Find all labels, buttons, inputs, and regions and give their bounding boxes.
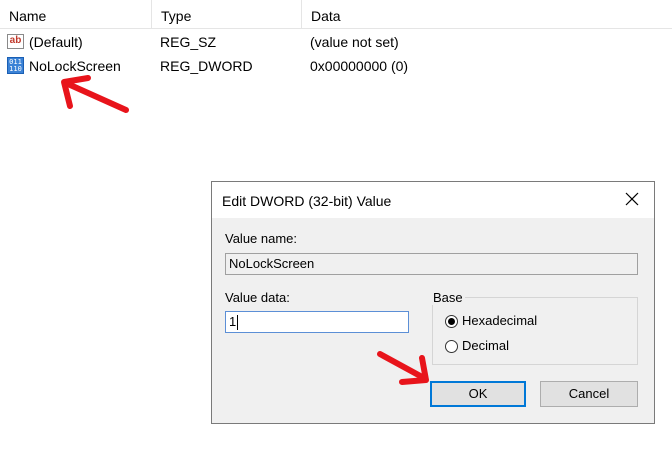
- value-data-text: 1: [229, 314, 237, 329]
- value-name-label: Value name:: [225, 231, 298, 246]
- value-type: REG_SZ: [160, 34, 217, 50]
- cancel-button[interactable]: Cancel: [540, 381, 638, 407]
- close-icon[interactable]: [624, 191, 640, 207]
- value-data-input[interactable]: 1: [225, 311, 409, 333]
- value-name-field: NoLockScreen: [225, 253, 638, 275]
- base-group-label: Base: [431, 290, 465, 305]
- value-data-label: Value data:: [225, 290, 290, 305]
- annotation-arrow-icon: [61, 75, 129, 113]
- decimal-label[interactable]: Decimal: [462, 338, 509, 353]
- column-header-name[interactable]: Name: [0, 0, 152, 28]
- dialog-title: Edit DWORD (32-bit) Value: [222, 193, 392, 209]
- string-value-icon: ab: [7, 34, 24, 49]
- dialog-titlebar[interactable]: Edit DWORD (32-bit) Value: [212, 182, 654, 218]
- value-data: (value not set): [310, 34, 399, 50]
- value-data: 0x00000000 (0): [310, 58, 409, 74]
- decimal-radio[interactable]: [445, 340, 458, 353]
- base-groupbox: [432, 297, 638, 365]
- value-type: REG_DWORD: [160, 58, 253, 74]
- hexadecimal-label[interactable]: Hexadecimal: [462, 313, 537, 328]
- column-header-data[interactable]: Data: [301, 0, 671, 28]
- hexadecimal-radio[interactable]: [445, 315, 458, 328]
- list-item[interactable]: ab (Default) REG_SZ (value not set): [0, 30, 672, 54]
- ok-button[interactable]: OK: [430, 381, 526, 407]
- list-header: Name Type Data: [0, 0, 672, 29]
- dword-value-icon: 011 110: [7, 57, 24, 74]
- column-header-type[interactable]: Type: [151, 0, 302, 28]
- annotation-arrow-icon: [377, 351, 429, 385]
- text-caret: [237, 315, 239, 331]
- value-name: (Default): [29, 34, 83, 50]
